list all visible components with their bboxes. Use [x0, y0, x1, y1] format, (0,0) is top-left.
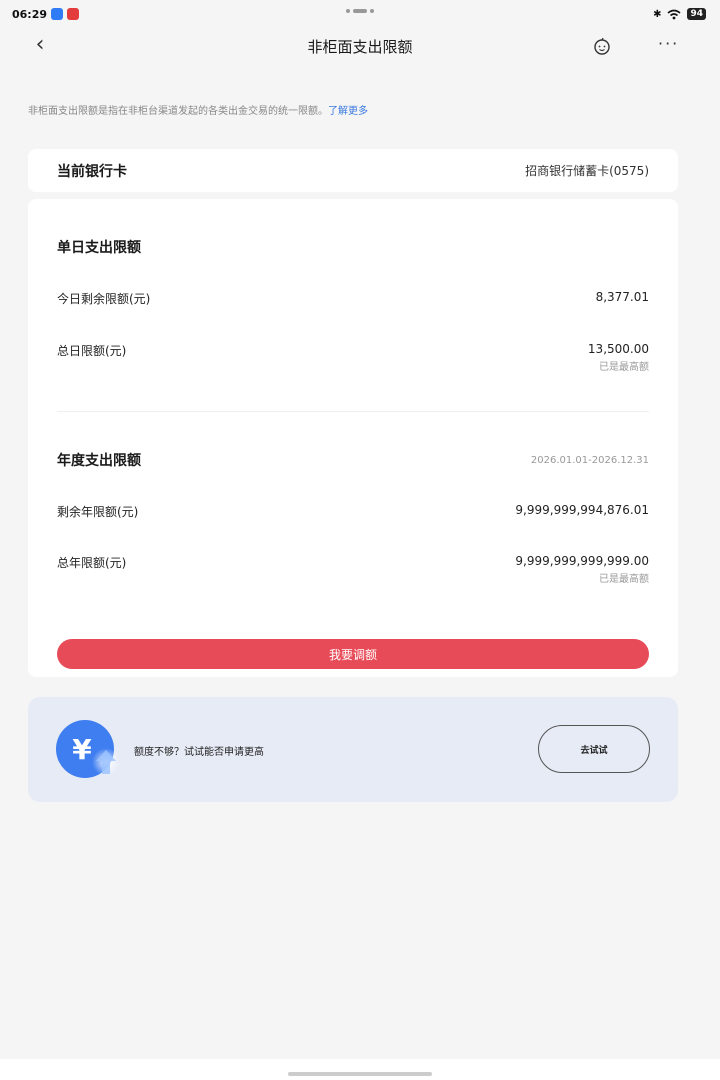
daily-total-label: 总日限额(元) [57, 344, 127, 358]
yuan-up-arrow-icon: ¥ [56, 720, 120, 778]
yearly-total-row: 总年限额(元) 9,999,999,999,999.00 已是最高额 [57, 554, 649, 585]
status-left: 06:29 [12, 7, 80, 21]
nav-bar: ‹ 非柜面支出限额 ··· [0, 28, 720, 64]
yearly-total-values: 9,999,999,999,999.00 已是最高额 [515, 554, 649, 585]
robot-assistant-icon[interactable] [592, 36, 612, 56]
daily-total-values: 13,500.00 已是最高额 [588, 342, 649, 373]
bank-card-value: 招商银行储蓄卡(0575) [525, 164, 649, 178]
page-title: 非柜面支出限额 [307, 37, 413, 56]
bottom-bar [0, 1059, 720, 1080]
status-bar: 06:29 ✱ 94 [0, 0, 720, 28]
section-divider [57, 411, 649, 412]
current-bank-card: 当前银行卡 招商银行储蓄卡(0575) [28, 149, 678, 192]
wifi-icon [667, 9, 681, 19]
multitask-indicator-icon[interactable] [346, 9, 374, 13]
daily-total-row: 总日限额(元) 13,500.00 已是最高额 [57, 342, 649, 373]
yearly-total-value: 9,999,999,999,999.00 [515, 554, 649, 568]
svg-text:¥: ¥ [72, 733, 92, 766]
back-chevron-icon[interactable]: ‹ [30, 34, 50, 56]
daily-total-note: 已是最高额 [599, 362, 649, 373]
status-right: ✱ 94 [653, 8, 706, 20]
yearly-limit-title: 年度支出限额 [57, 453, 141, 469]
adjust-limit-button[interactable]: 我要调额 [57, 639, 649, 669]
daily-section-header: 单日支出限额 [57, 237, 649, 257]
home-indicator[interactable] [288, 1072, 432, 1076]
bank-card-label: 当前银行卡 [57, 163, 127, 180]
intro-description: 非柜面支出限额是指在非柜台渠道发起的各类出金交易的统一限额。 [28, 106, 328, 117]
daily-remaining-label: 今日剩余限额(元) [57, 292, 151, 306]
daily-remaining-row: 今日剩余限额(元) 8,377.01 [57, 290, 649, 307]
daily-total-value: 13,500.00 [587, 342, 649, 356]
yearly-total-note: 已是最高额 [599, 574, 649, 585]
promo-text: 额度不够？试试能否申请更高 [134, 747, 264, 758]
yearly-total-label: 总年限额(元) [57, 556, 127, 570]
yearly-remaining-label: 剩余年限额(元) [57, 505, 139, 519]
status-time: 06:29 [12, 7, 48, 21]
yearly-remaining-value: 9,999,999,994,876.01 [515, 503, 649, 517]
yearly-section-header: 年度支出限额 2026.01.01-2026.12.31 [57, 450, 649, 470]
bluetooth-icon: ✱ [653, 8, 662, 20]
limits-card: 单日支出限额 今日剩余限额(元) 8,377.01 总日限额(元) 13,500… [28, 199, 678, 677]
learn-more-link[interactable]: 了解更多 [328, 106, 368, 117]
more-dots-icon[interactable]: ··· [658, 34, 679, 53]
battery-icon: 94 [687, 8, 706, 20]
yearly-remaining-row: 剩余年限额(元) 9,999,999,994,876.01 [57, 503, 649, 520]
daily-limit-title: 单日支出限额 [57, 240, 141, 256]
daily-remaining-value: 8,377.01 [595, 290, 649, 304]
app-notification-icon-2 [67, 8, 80, 20]
intro-text: 非柜面支出限额是指在非柜台渠道发起的各类出金交易的统一限额。了解更多 [28, 102, 368, 117]
promo-banner: ¥ 额度不够？试试能否申请更高 去试试 [28, 697, 678, 802]
app-notification-icon [51, 8, 64, 20]
try-button[interactable]: 去试试 [538, 725, 650, 773]
yearly-period: 2026.01.01-2026.12.31 [530, 454, 649, 466]
